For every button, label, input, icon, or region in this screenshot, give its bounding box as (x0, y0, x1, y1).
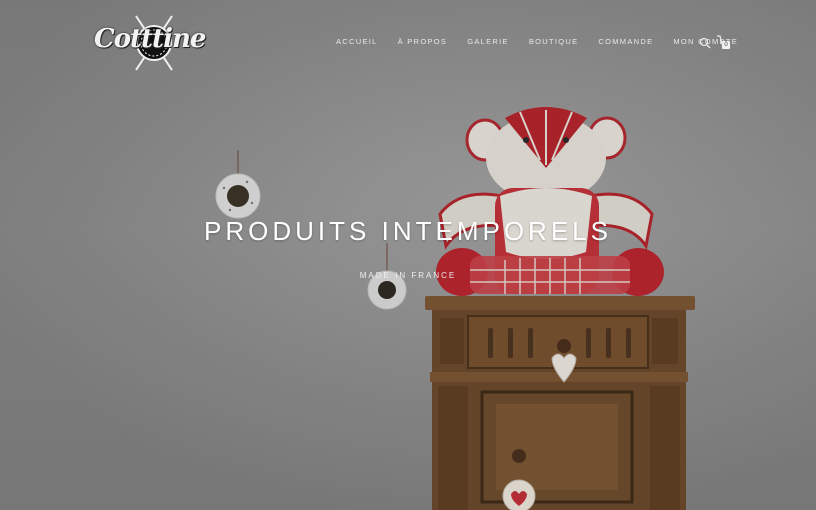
nav-item-commande[interactable]: COMMANDE (598, 37, 653, 46)
hero-headline: PRODUITS INTEMPORELS (204, 216, 612, 246)
nav-item-galerie[interactable]: GALERIE (467, 37, 509, 46)
nav-item-a-propos[interactable]: À PROPOS (398, 37, 448, 46)
cart-count-badge: 0 (722, 41, 730, 49)
logo-text: Cotttine (94, 24, 206, 54)
nav-item-boutique[interactable]: BOUTIQUE (529, 37, 579, 46)
header-nav: Cotttine ACCUEIL À PROPOS GALERIE BOUTIQ… (0, 0, 816, 84)
search-icon[interactable] (699, 37, 711, 49)
hero-banner: Cotttine ACCUEIL À PROPOS GALERIE BOUTIQ… (0, 0, 816, 510)
main-menu: ACCUEIL À PROPOS GALERIE BOUTIQUE COMMAN… (336, 37, 758, 46)
site-logo[interactable]: Cotttine (94, 10, 214, 72)
nav-item-accueil[interactable]: ACCUEIL (336, 37, 378, 46)
hero-subline: MADE IN FRANCE (359, 271, 457, 280)
